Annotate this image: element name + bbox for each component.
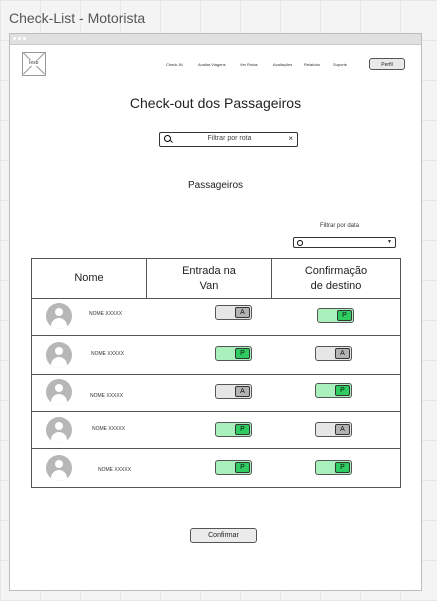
- avatar-icon: [46, 379, 72, 405]
- toggle-knob: A: [335, 424, 350, 435]
- toggle-knob: P: [235, 462, 250, 473]
- table-row: NOME XXXXX P A: [32, 336, 400, 375]
- nav-item-relatorio[interactable]: Relatório: [304, 62, 320, 67]
- toggle-knob: A: [235, 386, 250, 397]
- avatar-icon: [46, 303, 72, 329]
- confirmacao-toggle[interactable]: P: [315, 383, 352, 398]
- search-icon: [297, 240, 303, 246]
- chevron-down-icon: ▼: [387, 239, 392, 245]
- toggle-knob: A: [335, 348, 350, 359]
- section-title: Passageiros: [187, 180, 244, 191]
- entrada-toggle[interactable]: P: [215, 346, 252, 361]
- window-dot-icon: [23, 37, 26, 40]
- toggle-knob: P: [235, 424, 250, 435]
- date-filter-label: Filtrar por data: [320, 223, 360, 229]
- logo-placeholder-icon[interactable]: Iesb: [22, 52, 46, 76]
- table-row: NOME XXXXX P P: [32, 449, 400, 487]
- confirmacao-toggle[interactable]: P: [317, 308, 354, 323]
- table-row: NOME XXXXX A P: [32, 375, 400, 412]
- passenger-name: NOME XXXXX: [98, 467, 132, 473]
- nav-item-avaliar-viagens[interactable]: Avaliar Viagens: [198, 62, 226, 67]
- window-dot-icon: [18, 37, 21, 40]
- clear-icon[interactable]: ×: [288, 134, 293, 143]
- toggle-knob: P: [337, 310, 352, 321]
- passenger-name: NOME XXXXX: [90, 393, 124, 399]
- header-entrada: Entrada na Van: [182, 264, 236, 292]
- header-confirmacao: Confirmação de destino: [304, 264, 368, 292]
- confirmacao-toggle[interactable]: P: [315, 460, 352, 475]
- entrada-toggle[interactable]: P: [215, 460, 252, 475]
- confirm-button[interactable]: Confirmar: [190, 528, 257, 543]
- passenger-name: NOME XXXXX: [89, 311, 123, 317]
- app-title: Check-List - Motorista: [9, 10, 146, 26]
- header-nome: Nome: [74, 272, 104, 284]
- page-heading: Check-out dos Passageiros: [129, 95, 302, 111]
- table-row: NOME XXXXX P A: [32, 412, 400, 449]
- nav-item-ver-rotas[interactable]: Ver Rotas: [240, 62, 258, 67]
- table-row: NOME XXXXX A P: [32, 299, 400, 336]
- nav-item-avaliacoes[interactable]: Avaliações: [273, 62, 292, 67]
- toggle-knob: P: [335, 385, 350, 396]
- toggle-knob: P: [335, 462, 350, 473]
- nav-item-check-in[interactable]: Check-IN: [166, 62, 183, 67]
- passenger-name: NOME XXXXX: [91, 351, 125, 357]
- entrada-toggle[interactable]: P: [215, 422, 252, 437]
- passenger-name: NOME XXXXX: [92, 426, 126, 432]
- browser-titlebar: [10, 34, 421, 45]
- confirmacao-toggle[interactable]: A: [315, 422, 352, 437]
- logo-label: Iesb: [28, 60, 40, 66]
- toggle-knob: P: [235, 348, 250, 359]
- nav-item-suporte[interactable]: Suporte: [333, 62, 347, 67]
- entrada-toggle[interactable]: A: [215, 384, 252, 399]
- window-dot-icon: [13, 37, 16, 40]
- passenger-table: Nome Entrada na Van Confirmação de desti…: [31, 258, 401, 488]
- avatar-icon: [46, 417, 72, 443]
- date-filter-select[interactable]: ▼: [293, 237, 396, 248]
- avatar-icon: [46, 455, 72, 481]
- profile-button[interactable]: Perfil: [369, 58, 405, 70]
- toggle-knob: A: [235, 307, 250, 318]
- browser-window: Iesb Check-IN Avaliar Viagens Ver Rotas …: [9, 33, 422, 591]
- entrada-toggle[interactable]: A: [215, 305, 252, 320]
- avatar-icon: [46, 342, 72, 368]
- table-header: Nome Entrada na Van Confirmação de desti…: [32, 259, 400, 299]
- search-placeholder: Filtrar por rota: [207, 135, 252, 142]
- confirmacao-toggle[interactable]: A: [315, 346, 352, 361]
- route-search-input[interactable]: Filtrar por rota ×: [159, 132, 298, 147]
